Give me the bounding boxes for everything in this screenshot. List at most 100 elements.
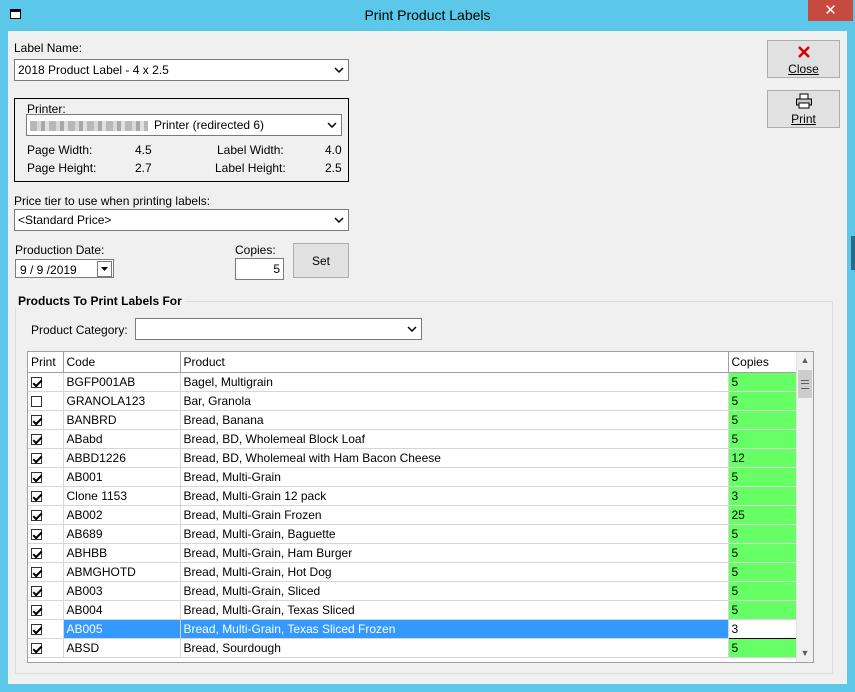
product-cell: Bread, Banana [180, 410, 729, 430]
close-button[interactable]: Close [767, 40, 840, 78]
copies-cell[interactable]: 5 [728, 410, 797, 430]
table-row[interactable]: ABMGHOTD Bread, Multi-Grain, Hot Dog 5 [28, 562, 797, 582]
production-date-value: 9 / 9 /2019 [20, 263, 77, 277]
print-checkbox[interactable] [31, 376, 42, 388]
printer-icon [796, 93, 812, 109]
price-tier-select[interactable]: <Standard Price> [14, 209, 349, 231]
dialog-body: Label Name: 2018 Product Label - 4 x 2.5… [8, 31, 847, 684]
price-tier-label: Price tier to use when printing labels: [14, 194, 211, 208]
print-checkbox[interactable] [31, 623, 42, 635]
copies-cell[interactable]: 5 [728, 638, 797, 658]
table-row[interactable]: ABHBB Bread, Multi-Grain, Ham Burger 5 [28, 543, 797, 563]
chevron-down-icon [334, 67, 344, 74]
product-cell: Bread, Multi-Grain, Ham Burger [180, 543, 729, 563]
code-cell: ABMGHOTD [63, 562, 181, 582]
products-table-body: BGFP001AB Bagel, Multigrain 5 GRANOLA123 Bar… [28, 372, 797, 658]
table-row[interactable]: ABBD1226 Bread, BD, Wholemeal with Ham Ba… [28, 448, 797, 468]
table-row[interactable]: AB003 Bread, Multi-Grain, Sliced 5 [28, 581, 797, 601]
vertical-scrollbar[interactable]: ▲ ▼ [796, 352, 813, 662]
products-grid[interactable]: Print Code Product Copies BGFP001AB Bagel… [27, 351, 814, 663]
print-cell [28, 410, 64, 430]
window-title: Print Product Labels [364, 7, 491, 23]
scroll-down-icon[interactable]: ▼ [797, 645, 813, 662]
copies-cell[interactable]: 5 [728, 543, 797, 563]
page-width-label: Page Width: [27, 143, 93, 157]
copies-cell[interactable]: 12 [728, 448, 797, 468]
copies-cell[interactable]: 5 [728, 562, 797, 582]
product-cell: Bagel, Multigrain [180, 372, 729, 392]
print-checkbox[interactable] [31, 471, 42, 483]
print-checkbox[interactable] [31, 604, 42, 616]
print-checkbox[interactable] [31, 528, 42, 540]
table-row[interactable]: Clone 1153 Bread, Multi-Grain 12 pack 3 [28, 486, 797, 506]
table-row[interactable]: BGFP001AB Bagel, Multigrain 5 [28, 372, 797, 392]
set-button[interactable]: Set [293, 243, 349, 278]
page-height-value: 2.7 [135, 161, 152, 175]
print-checkbox[interactable] [31, 547, 42, 559]
copies-cell[interactable]: 25 [728, 505, 797, 525]
print-cell [28, 391, 64, 411]
background-window-edge [851, 236, 855, 270]
column-header-code[interactable]: Code [63, 352, 181, 373]
table-row[interactable]: AB689 Bread, Multi-Grain, Baguette 5 [28, 524, 797, 544]
print-checkbox[interactable] [31, 490, 42, 502]
print-cell [28, 638, 64, 658]
copies-cell[interactable]: 5 [728, 391, 797, 411]
print-button-label: Print [791, 112, 816, 126]
production-date-picker[interactable]: 9 / 9 /2019 [15, 259, 114, 278]
table-row[interactable]: AB005 Bread, Multi-Grain, Texas Sliced Fr… [28, 618, 797, 639]
copies-cell[interactable]: 5 [728, 581, 797, 601]
table-row[interactable]: GRANOLA123 Bar, Granola 5 [28, 391, 797, 411]
code-cell: AB005 [63, 619, 181, 639]
label-height-label: Label Height: [215, 161, 286, 175]
product-category-select[interactable] [135, 318, 422, 340]
copies-cell[interactable]: 3 [728, 486, 797, 506]
print-cell [28, 619, 64, 639]
label-name-select[interactable]: 2018 Product Label - 4 x 2.5 [14, 59, 349, 81]
production-date-label: Production Date: [15, 243, 105, 257]
print-checkbox[interactable] [31, 395, 42, 407]
table-row[interactable]: ABabd Bread, BD, Wholemeal Block Loaf 5 [28, 429, 797, 449]
column-header-product[interactable]: Product [180, 352, 729, 373]
product-cell: Bread, BD, Wholemeal Block Loaf [180, 429, 729, 449]
print-checkbox[interactable] [31, 585, 42, 597]
table-row[interactable]: AB002 Bread, Multi-Grain Frozen 25 [28, 505, 797, 525]
print-checkbox[interactable] [31, 642, 42, 654]
close-icon [798, 46, 810, 58]
label-width-value: 4.0 [325, 143, 342, 157]
copies-input[interactable]: 5 [235, 258, 284, 280]
printer-select[interactable]: Printer (redirected 6) [26, 114, 342, 136]
print-button[interactable]: Print [767, 90, 840, 128]
table-row[interactable]: ABSD Bread, Sourdough 5 [28, 638, 797, 658]
table-header-row: Print Code Product Copies [28, 352, 797, 373]
print-cell [28, 524, 64, 544]
copies-cell[interactable]: 5 [728, 372, 797, 392]
close-button-label: Close [788, 62, 819, 76]
calendar-dropdown-button[interactable] [97, 261, 112, 277]
copies-cell[interactable]: 5 [728, 429, 797, 449]
column-header-print[interactable]: Print [28, 352, 64, 373]
print-cell [28, 429, 64, 449]
print-cell [28, 505, 64, 525]
scroll-up-icon[interactable]: ▲ [797, 352, 813, 369]
copies-cell[interactable]: 3 [727, 618, 797, 639]
table-row[interactable]: AB004 Bread, Multi-Grain, Texas Sliced 5 [28, 600, 797, 620]
table-row[interactable]: AB001 Bread, Multi-Grain 5 [28, 467, 797, 487]
print-cell [28, 581, 64, 601]
copies-cell[interactable]: 5 [728, 524, 797, 544]
set-button-label: Set [311, 254, 330, 268]
table-row[interactable]: BANBRD Bread, Banana 5 [28, 410, 797, 430]
print-checkbox[interactable] [31, 433, 42, 445]
column-header-copies[interactable]: Copies [728, 352, 797, 373]
window-close-button[interactable]: ✕ [808, 0, 853, 21]
print-checkbox[interactable] [31, 452, 42, 464]
printer-panel: Printer: Printer (redirected 6) Page Wid… [14, 98, 349, 182]
copies-cell[interactable]: 5 [728, 467, 797, 487]
print-checkbox[interactable] [31, 509, 42, 521]
code-cell: AB003 [63, 581, 181, 601]
copies-cell[interactable]: 5 [728, 600, 797, 620]
print-checkbox[interactable] [31, 414, 42, 426]
print-cell [28, 543, 64, 563]
print-checkbox[interactable] [31, 566, 42, 578]
scrollbar-thumb[interactable] [798, 370, 812, 398]
